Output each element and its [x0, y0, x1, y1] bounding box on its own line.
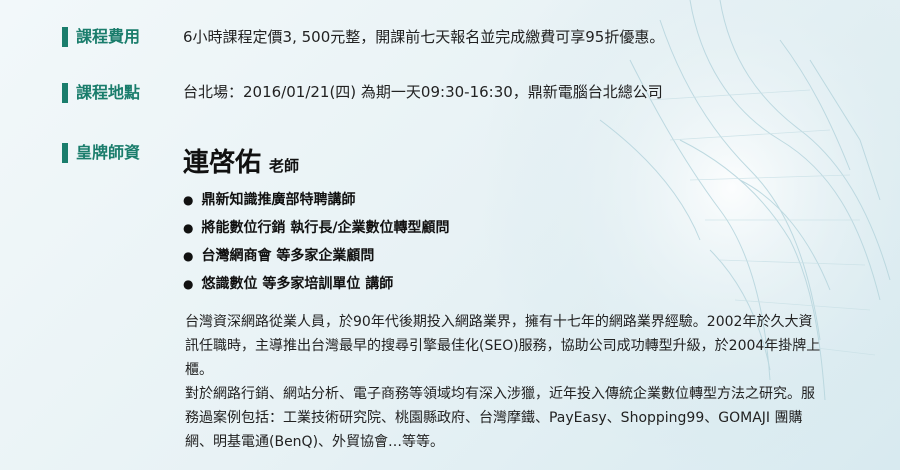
teacher-name: 連啓佑: [183, 148, 262, 178]
teacher-name-block: 連啓佑 老師: [183, 142, 299, 179]
role-item: 台灣網商會 等多家企業顧問: [183, 242, 449, 270]
teacher-title: 老師: [269, 157, 300, 175]
bio-paragraph: 對於網路行銷、網站分析、電子商務等領域均有深入涉獵，近年投入傳統企業數位轉型方法…: [185, 386, 815, 450]
location-section: 課程地點: [62, 83, 186, 103]
role-item: 悠識數位 等多家培訓單位 講師: [183, 270, 449, 298]
location-label: 課程地點: [62, 83, 186, 103]
fee-text: 6小時課程定價3, 500元整，開課前七天報名並完成繳費可享95折優惠。: [183, 28, 665, 46]
teacher-roles-list: 鼎新知識推廣部特聘講師 將能數位行銷 執行長/企業數位轉型顧問 台灣網商會 等多…: [183, 186, 449, 298]
fee-section: 課程費用: [62, 27, 186, 47]
teacher-bio: 台灣資深網路從業人員，於90年代後期投入網路業界，擁有十七年的網路業界經驗。20…: [185, 310, 825, 454]
teacher-label: 皇牌師資: [62, 143, 186, 163]
location-text: 台北場：2016/01/21(四) 為期一天09:30-16:30，鼎新電腦台北…: [183, 83, 663, 101]
fee-label: 課程費用: [62, 27, 186, 47]
role-item: 鼎新知識推廣部特聘講師: [183, 186, 449, 214]
bio-paragraph: 台灣資深網路從業人員，於90年代後期投入網路業界，擁有十七年的網路業界經驗。20…: [185, 314, 821, 378]
role-item: 將能數位行銷 執行長/企業數位轉型顧問: [183, 214, 449, 242]
teacher-section: 皇牌師資: [62, 143, 186, 163]
